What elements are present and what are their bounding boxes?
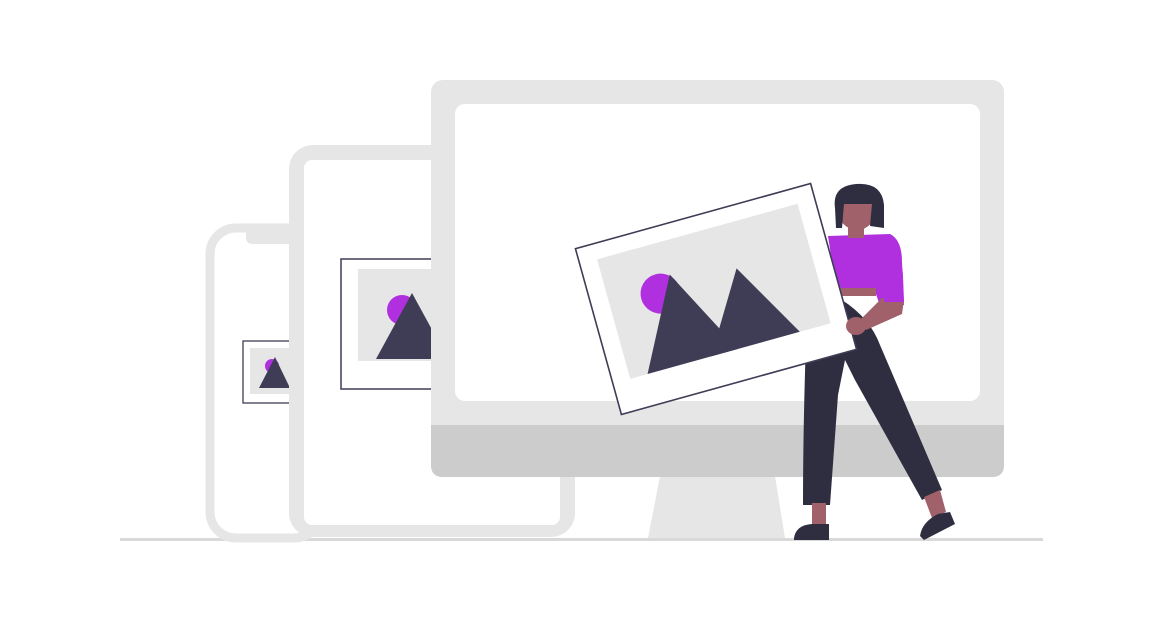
responsive-images-illustration [120,80,1043,543]
illustration-scene [0,0,1163,622]
phone-image-placeholder-icon [242,340,294,404]
